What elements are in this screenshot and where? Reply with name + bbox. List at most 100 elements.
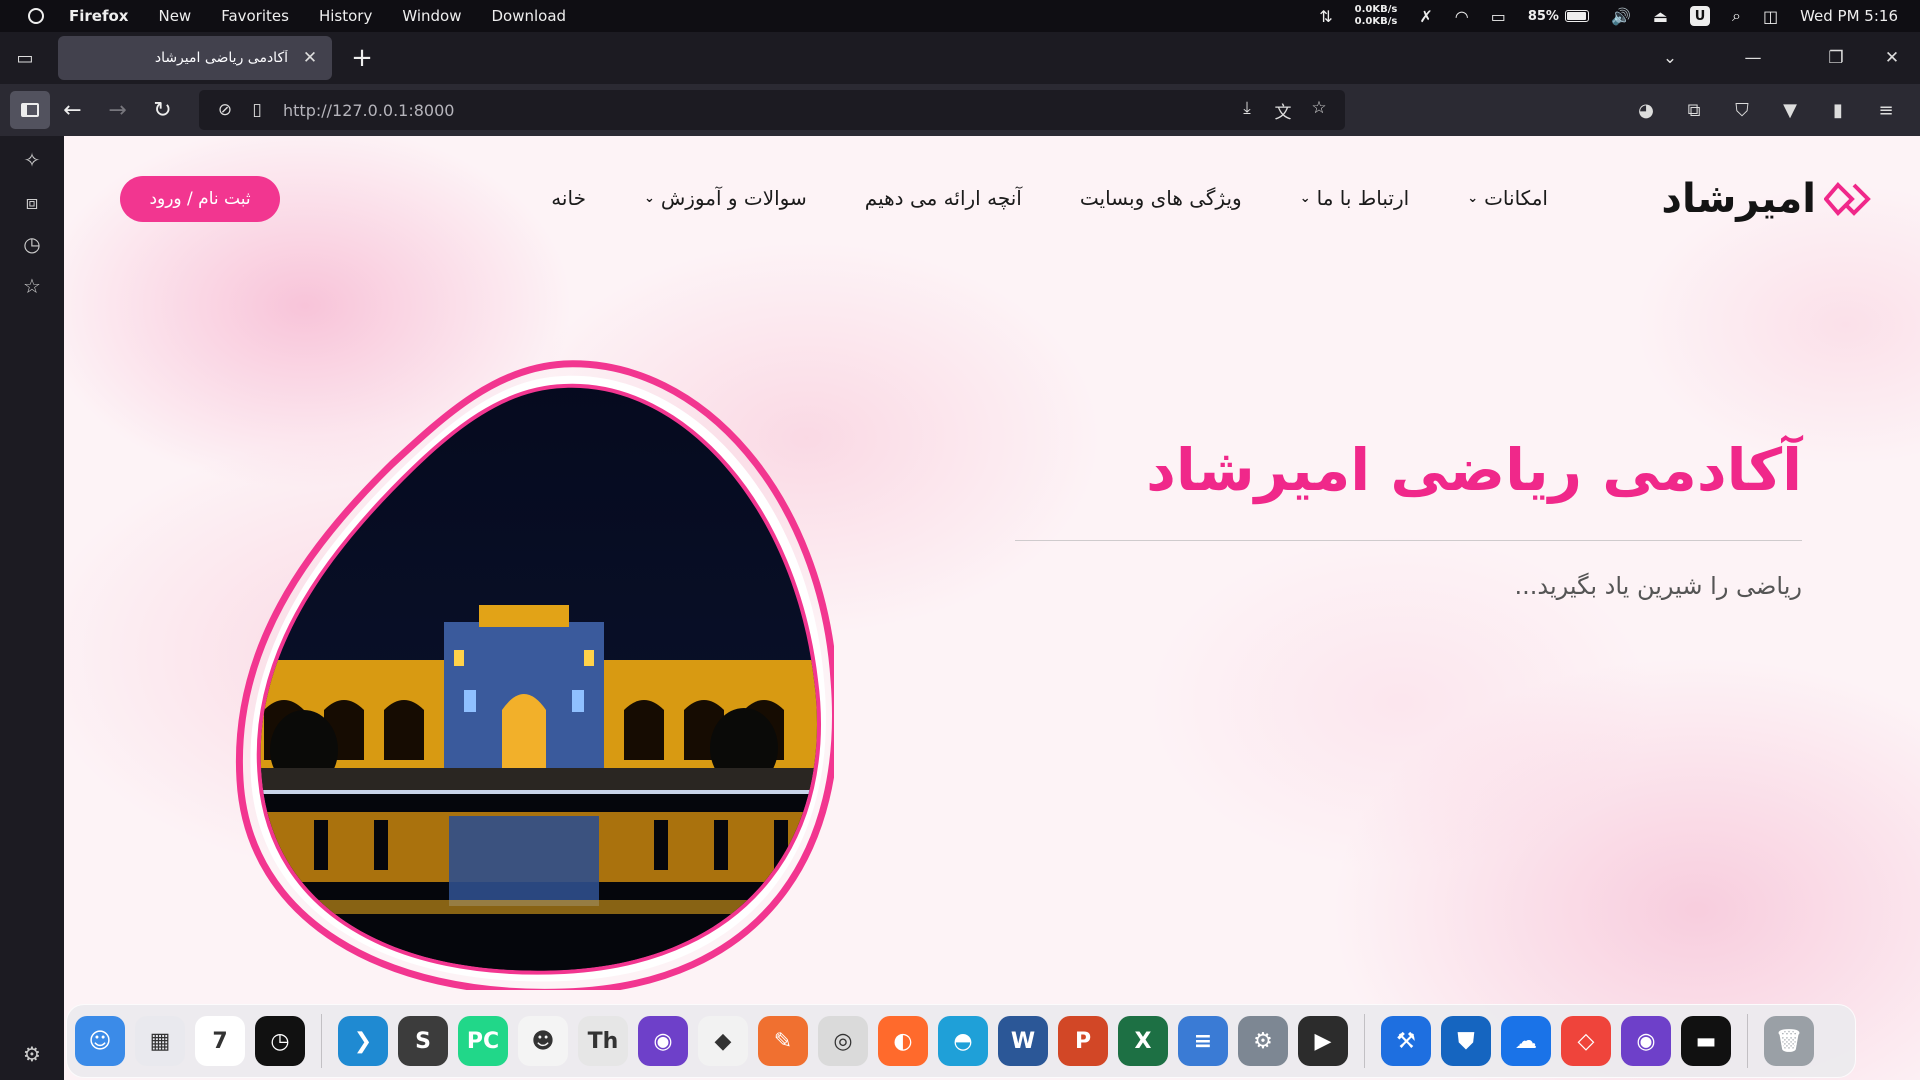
- sublime-icon[interactable]: S: [398, 1016, 448, 1066]
- navigation-toolbar: ← → ↻ ⊘ ▯ http://127.0.0.1:8000 ⤓ 文 ☆ ◕ …: [0, 84, 1920, 136]
- reload-icon[interactable]: ↻: [140, 98, 185, 123]
- url-bar[interactable]: ⊘ ▯ http://127.0.0.1:8000 ⤓ 文 ☆: [199, 90, 1345, 130]
- back-icon[interactable]: ←: [50, 98, 95, 123]
- account-avatar-icon[interactable]: ◕: [1628, 100, 1664, 121]
- active-tab[interactable]: آکادمی ریاضی امیرشاد ✕: [58, 36, 332, 80]
- hero-image-frame: [234, 360, 839, 996]
- hero-bridge-image: [235, 360, 839, 996]
- dock: ☺ ▦ 7 ◷ ❯ S PC ☻ Th ◉ ◆ ✎ ◎ ◐ ◓ W P X ≡ ⚙ ▶ ⚒ ⛊ ☁ ◇ ◉ ▬ 🗑: [66, 1004, 1856, 1078]
- restore-icon[interactable]: ❐: [1808, 48, 1864, 68]
- notepad-icon[interactable]: ≡: [1178, 1016, 1228, 1066]
- site-logo[interactable]: امیرشاد: [1661, 176, 1872, 222]
- tab-list-icon[interactable]: ▭: [0, 48, 50, 69]
- bookmark-star-icon[interactable]: ☆: [1303, 98, 1335, 123]
- powerpoint-icon[interactable]: P: [1058, 1016, 1108, 1066]
- hero-divider: [1015, 540, 1802, 541]
- fonts-app-icon[interactable]: Th: [578, 1016, 628, 1066]
- tab-overflow-chevron-icon[interactable]: ⌄: [1642, 48, 1698, 68]
- launchpad-icon[interactable]: ▦: [135, 1016, 185, 1066]
- clock-icon[interactable]: ◷: [255, 1016, 305, 1066]
- dock-separator: [1364, 1014, 1365, 1068]
- nav-home[interactable]: خانه: [551, 186, 586, 210]
- bunny-app-icon[interactable]: ☻: [518, 1016, 568, 1066]
- nav-facilities-label: امکانات: [1484, 186, 1548, 210]
- nav-offerings-label: آنچه ارائه می دهیم: [864, 186, 1022, 210]
- battery-status[interactable]: 85%: [1528, 9, 1589, 24]
- menu-history[interactable]: History: [304, 7, 387, 25]
- minimize-icon[interactable]: —: [1698, 48, 1808, 68]
- shield-extension-icon[interactable]: ⛉: [1724, 100, 1760, 121]
- wifi-icon[interactable]: ◠: [1455, 7, 1469, 26]
- menu-app-name[interactable]: Firefox: [54, 7, 143, 25]
- menu-new[interactable]: New: [143, 7, 206, 25]
- volume-icon[interactable]: 🔊: [1611, 7, 1631, 26]
- eject-icon[interactable]: ⏏: [1653, 7, 1668, 26]
- brand-name: امیرشاد: [1661, 176, 1816, 222]
- settings-icon[interactable]: ⚙: [1238, 1016, 1288, 1066]
- pen-app-icon[interactable]: ✎: [758, 1016, 808, 1066]
- reader-extension-icon[interactable]: ▮: [1820, 100, 1856, 121]
- pycharm-icon[interactable]: PC: [458, 1016, 508, 1066]
- defender-icon[interactable]: ⛊: [1441, 1016, 1491, 1066]
- calendar-icon[interactable]: 7: [195, 1016, 245, 1066]
- word-icon[interactable]: W: [998, 1016, 1048, 1066]
- github-icon[interactable]: ◉: [1621, 1016, 1671, 1066]
- onedrive-icon[interactable]: ☁: [1501, 1016, 1551, 1066]
- chevron-down-icon: ⌄: [1299, 190, 1311, 206]
- tracking-protection-icon[interactable]: ⊘: [209, 100, 241, 120]
- vscode-icon[interactable]: ❯: [338, 1016, 388, 1066]
- window-controls: ⌄ — ❐ ✕: [1642, 48, 1920, 68]
- search-icon[interactable]: ⌕: [1732, 6, 1741, 26]
- nav-questions-tutorials[interactable]: سوالات و آموزش ⌄: [644, 186, 807, 210]
- nav-contact[interactable]: ارتباط با ما ⌄: [1300, 186, 1410, 210]
- media-player-icon[interactable]: ▶: [1298, 1016, 1348, 1066]
- ai-chat-icon[interactable]: ✧: [17, 148, 47, 172]
- new-tab-button[interactable]: +: [340, 43, 384, 73]
- anydesk-icon[interactable]: ◇: [1561, 1016, 1611, 1066]
- control-center-icon[interactable]: ◫: [1763, 7, 1778, 26]
- trash-icon[interactable]: 🗑: [1764, 1016, 1814, 1066]
- signup-login-button[interactable]: ثبت نام / ورود: [120, 176, 280, 222]
- edge-icon[interactable]: ◓: [938, 1016, 988, 1066]
- synced-tabs-icon[interactable]: ⧈: [17, 190, 47, 214]
- nav-offerings[interactable]: آنچه ارائه می دهیم: [865, 186, 1022, 210]
- nav-home-label: خانه: [551, 186, 586, 210]
- url-text[interactable]: http://127.0.0.1:8000: [283, 101, 1231, 120]
- page-info-icon[interactable]: ▯: [241, 100, 273, 120]
- excel-icon[interactable]: X: [1118, 1016, 1168, 1066]
- bluetooth-off-icon[interactable]: ✗: [1419, 7, 1432, 26]
- sidebar-toggle-button[interactable]: [10, 91, 50, 129]
- nav-features[interactable]: ویژگی های وبسایت: [1080, 186, 1242, 210]
- nav-facilities[interactable]: امکانات ⌄: [1467, 186, 1548, 210]
- install-app-icon[interactable]: ⤓: [1231, 98, 1263, 123]
- xcode-icon[interactable]: ⚒: [1381, 1016, 1431, 1066]
- menu-download[interactable]: Download: [476, 7, 581, 25]
- app-menu-icon[interactable]: ≡: [1868, 100, 1904, 121]
- bookmarks-icon[interactable]: ☆: [17, 274, 47, 298]
- fox-extension-icon[interactable]: ▼: [1772, 100, 1808, 121]
- finder-icon[interactable]: ☺: [75, 1016, 125, 1066]
- chevron-down-icon: ⌄: [1467, 190, 1479, 206]
- system-logo-icon[interactable]: [18, 8, 54, 24]
- history-icon[interactable]: ◷: [17, 232, 47, 256]
- display-icon[interactable]: ▭: [1491, 7, 1506, 26]
- github-desktop-icon[interactable]: ◉: [638, 1016, 688, 1066]
- chrome-icon[interactable]: ◎: [818, 1016, 868, 1066]
- window-close-icon[interactable]: ✕: [1864, 48, 1920, 68]
- u-app-icon[interactable]: U: [1689, 6, 1710, 26]
- firefox-icon[interactable]: ◐: [878, 1016, 928, 1066]
- url-bar-actions: ⤓ 文 ☆: [1231, 98, 1335, 123]
- forward-icon[interactable]: →: [95, 98, 140, 123]
- dock-separator: [1747, 1014, 1748, 1068]
- menu-favorites[interactable]: Favorites: [206, 7, 304, 25]
- translate-icon[interactable]: 文: [1267, 98, 1299, 123]
- terminal-icon[interactable]: ▬: [1681, 1016, 1731, 1066]
- menu-window[interactable]: Window: [387, 7, 476, 25]
- git-icon[interactable]: ◆: [698, 1016, 748, 1066]
- sidebar-settings-icon[interactable]: ⚙: [17, 1042, 47, 1066]
- network-speed: 0.0KB/s 0.0KB/s: [1355, 4, 1398, 28]
- tab-close-icon[interactable]: ✕: [298, 48, 322, 68]
- nav-contact-label: ارتباط با ما: [1316, 186, 1410, 210]
- extensions-puzzle-icon[interactable]: ⧉: [1676, 100, 1712, 121]
- menubar-clock[interactable]: Wed PM 5:16: [1800, 7, 1898, 25]
